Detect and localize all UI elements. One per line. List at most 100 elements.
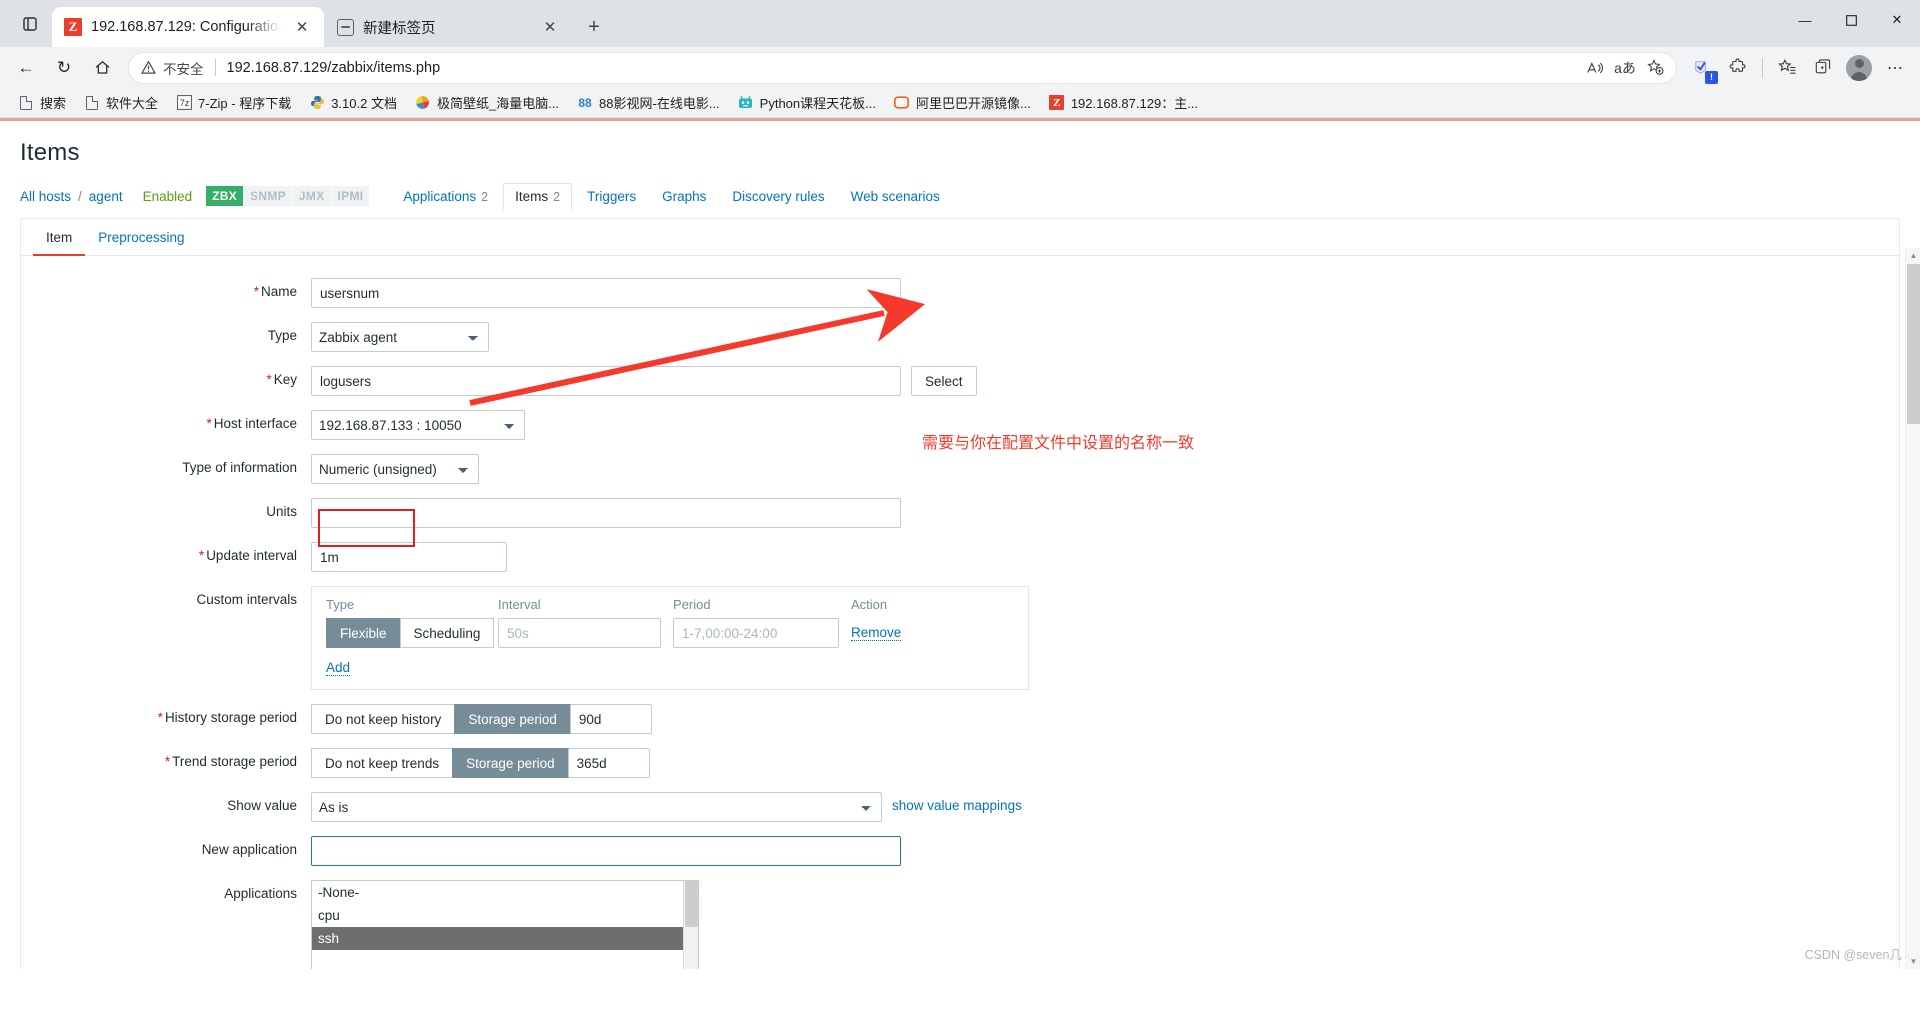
- label-text: Key: [273, 372, 297, 387]
- extension-alert-icon[interactable]: !: [1685, 51, 1719, 85]
- scrollbar-thumb[interactable]: [1907, 264, 1920, 424]
- application-option-cpu[interactable]: cpu: [312, 904, 698, 927]
- item-form-card: Item Preprocessing *Name Type: [20, 219, 1900, 969]
- protocol-badge-jmx[interactable]: JMX: [292, 186, 332, 206]
- close-icon[interactable]: ✕: [538, 15, 562, 39]
- bookmark-label: 7-Zip - 程序下载: [198, 96, 292, 111]
- field-row-type: Type Zabbix agent: [21, 322, 1899, 352]
- key-select-button[interactable]: Select: [911, 366, 977, 396]
- scroll-down-arrow[interactable]: ▼: [1906, 954, 1920, 969]
- units-input[interactable]: [311, 498, 901, 528]
- browser-tab-active[interactable]: Z 192.168.87.129: Configuration of ✕: [52, 7, 324, 47]
- add-interval-cell: Add: [326, 659, 1014, 677]
- host-status-enabled[interactable]: Enabled: [143, 189, 193, 204]
- bookmark-item[interactable]: 阿里巴巴开源镜像...: [886, 89, 1039, 116]
- not-secure-warning-icon[interactable]: 不安全: [141, 58, 204, 78]
- show-value-mappings-link[interactable]: show value mappings: [892, 792, 1022, 813]
- field-row-applications: Applications -None- cpu ssh: [21, 880, 1899, 969]
- applications-scrollbar[interactable]: [683, 881, 698, 969]
- name-input[interactable]: [311, 278, 901, 308]
- nav-tab-applications[interactable]: Applications 2: [392, 184, 499, 209]
- nav-tab-graphs[interactable]: Graphs: [651, 184, 717, 209]
- key-input[interactable]: [311, 366, 901, 396]
- minimize-button[interactable]: —: [1782, 0, 1828, 40]
- nav-tab-triggers[interactable]: Triggers: [576, 184, 647, 209]
- action-cell: Remove: [851, 624, 941, 642]
- trend-do-not-keep[interactable]: Do not keep trends: [311, 748, 453, 778]
- address-bar[interactable]: 不安全 192.168.87.129/zabbix/items.php aあ: [128, 51, 1677, 84]
- scroll-up-arrow[interactable]: ▲: [1906, 248, 1920, 263]
- split-screen-icon[interactable]: [1806, 51, 1840, 85]
- nav-tab-web-scenarios[interactable]: Web scenarios: [840, 184, 951, 209]
- application-option-ssh[interactable]: ssh: [312, 927, 698, 950]
- type-of-information-select[interactable]: Numeric (unsigned): [311, 454, 479, 484]
- breadcrumb-all-hosts[interactable]: All hosts: [20, 189, 71, 204]
- update-interval-input[interactable]: [311, 542, 507, 572]
- breadcrumb-separator: /: [78, 188, 82, 204]
- profile-avatar-icon[interactable]: [1842, 51, 1876, 85]
- tab-item[interactable]: Item: [33, 219, 86, 256]
- application-option-none[interactable]: -None-: [312, 881, 698, 904]
- browser-chrome: Z 192.168.87.129: Configuration of ✕ 新建标…: [0, 0, 1920, 118]
- bookmark-item[interactable]: 搜索: [10, 89, 74, 116]
- nav-tab-items[interactable]: Items 2: [503, 183, 573, 210]
- custom-intervals-header: Type Interval Period Action: [326, 597, 1014, 618]
- interval-type-flexible[interactable]: Flexible: [326, 618, 400, 648]
- trend-storage-period-option[interactable]: Storage period: [452, 748, 569, 778]
- bookmark-item[interactable]: 88 88影视网-在线电影...: [569, 89, 728, 116]
- translate-icon[interactable]: aあ: [1610, 54, 1640, 82]
- host-interface-select[interactable]: 192.168.87.133 : 10050: [311, 410, 525, 440]
- read-aloud-icon[interactable]: [1580, 54, 1610, 82]
- protocol-badge-ipmi[interactable]: IPMI: [331, 186, 371, 206]
- tab-title: 192.168.87.129: Configuration of: [91, 19, 281, 35]
- applications-listbox[interactable]: -None- cpu ssh: [311, 880, 699, 969]
- add-interval-link[interactable]: Add: [326, 660, 351, 676]
- history-do-not-keep[interactable]: Do not keep history: [311, 704, 455, 734]
- close-window-button[interactable]: ✕: [1874, 0, 1920, 40]
- add-favorite-icon[interactable]: [1640, 54, 1670, 82]
- new-application-input[interactable]: [311, 836, 901, 866]
- new-tab-button[interactable]: +: [578, 11, 610, 43]
- scrollbar-thumb[interactable]: [685, 881, 698, 927]
- label-text: Show value: [227, 798, 297, 813]
- extensions-puzzle-icon[interactable]: [1721, 51, 1755, 85]
- bookmark-item[interactable]: 3.10.2 文档: [301, 89, 405, 116]
- bookmark-item[interactable]: Z 192.168.87.129：主...: [1041, 89, 1206, 116]
- interval-input[interactable]: [498, 618, 661, 648]
- tab-strip: Z 192.168.87.129: Configuration of ✕ 新建标…: [0, 0, 1920, 47]
- bookmark-item[interactable]: Python课程天花板...: [730, 89, 884, 116]
- close-icon[interactable]: ✕: [290, 15, 314, 39]
- remove-interval-link[interactable]: Remove: [851, 625, 902, 641]
- bookmark-label: 搜索: [40, 96, 67, 111]
- protocol-badge-zbx[interactable]: ZBX: [206, 186, 245, 206]
- back-icon[interactable]: ←: [8, 50, 44, 86]
- url-text[interactable]: 192.168.87.129/zabbix/items.php: [227, 60, 1581, 76]
- tab-search-icon[interactable]: [8, 4, 52, 44]
- collections-icon[interactable]: [1770, 51, 1804, 85]
- nav-tab-discovery-rules[interactable]: Discovery rules: [721, 184, 835, 209]
- segmented-control: Flexible Scheduling: [326, 618, 498, 648]
- wallpaper-icon: [415, 95, 431, 111]
- period-input[interactable]: [673, 618, 839, 648]
- interval-type-scheduling[interactable]: Scheduling: [399, 618, 495, 648]
- maximize-button[interactable]: [1828, 0, 1874, 40]
- page-scrollbar[interactable]: ▲ ▼: [1905, 248, 1920, 969]
- breadcrumb: All hosts / agent Enabled ZBX SNMP JMX I…: [20, 183, 1900, 219]
- bookmark-item[interactable]: 软件大全: [76, 89, 166, 116]
- history-storage-period-input[interactable]: [569, 704, 652, 734]
- home-icon[interactable]: [84, 50, 120, 86]
- protocol-badge-snmp[interactable]: SNMP: [244, 186, 293, 206]
- control-update-interval: [311, 542, 507, 572]
- type-select[interactable]: Zabbix agent: [311, 322, 489, 352]
- browser-tab-newtab[interactable]: 新建标签页 ✕: [324, 7, 572, 47]
- tab-preprocessing[interactable]: Preprocessing: [85, 219, 197, 256]
- reload-icon[interactable]: ↻: [46, 50, 82, 86]
- bookmark-item[interactable]: 7z 7-Zip - 程序下载: [168, 89, 299, 116]
- required-marker: *: [206, 416, 212, 431]
- breadcrumb-host[interactable]: agent: [89, 189, 123, 204]
- settings-more-icon[interactable]: ⋯: [1878, 51, 1912, 85]
- show-value-select[interactable]: As is: [311, 792, 882, 822]
- trend-storage-period-input[interactable]: [567, 748, 650, 778]
- bookmark-item[interactable]: 极简壁纸_海量电脑...: [407, 89, 567, 116]
- history-storage-period-option[interactable]: Storage period: [454, 704, 571, 734]
